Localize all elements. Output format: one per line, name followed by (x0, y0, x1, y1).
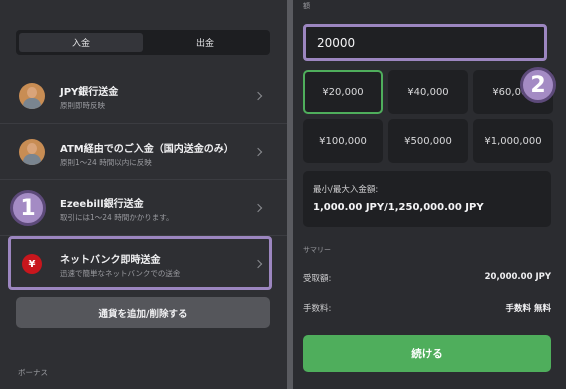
method-subtitle: 原則即時反映 (60, 101, 105, 110)
fee-value: 手数料 無料 (505, 304, 551, 314)
limits-value: 1,000.00 JPY/1,250,000.00 JPY (313, 202, 484, 213)
preset-amount-button[interactable]: ¥40,000 (388, 70, 468, 114)
highlight-box-netbank (8, 236, 272, 290)
limits-label: 最小/最大入金額: (313, 185, 379, 195)
method-atm-deposit[interactable]: ATM経由でのご入金（国内送金のみ） 原則1〜24 時間以内に反映 (0, 124, 287, 180)
received-value: 20,000.00 JPY (484, 272, 551, 282)
preset-amount-button[interactable]: ¥500,000 (388, 119, 468, 163)
received-label: 受取額: (303, 274, 332, 284)
method-jpy-bank-transfer[interactable]: JPY銀行送金 原則即時反映 (0, 68, 287, 124)
amount-label: 額 (303, 2, 310, 10)
method-title: Ezeebill銀行送金 (60, 199, 144, 210)
continue-button[interactable]: 続ける (303, 335, 551, 372)
chevron-right-icon (253, 91, 263, 101)
summary-label: サマリー (303, 246, 331, 254)
method-title: JPY銀行送金 (60, 87, 119, 98)
deposit-limits-box: 最小/最大入金額: 1,000.00 JPY/1,250,000.00 JPY (303, 171, 551, 227)
preset-amount-button[interactable]: ¥1,000,000 (473, 119, 553, 163)
step-marker-2: 2 (520, 67, 556, 103)
fee-row: 手数料: 手数料 無料 (303, 302, 551, 314)
method-title: ATM経由でのご入金（国内送金のみ） (60, 144, 234, 155)
received-amount-row: 受取額: 20,000.00 JPY (303, 272, 551, 284)
fee-label: 手数料: (303, 304, 332, 314)
chevron-right-icon (253, 203, 263, 213)
avatar-icon (19, 139, 45, 165)
deposit-withdraw-tabs: 入金 出金 (16, 30, 270, 55)
bonus-label: ボーナス (18, 368, 48, 377)
method-subtitle: 原則1〜24 時間以内に反映 (60, 158, 152, 167)
deposit-methods-panel: 入金 出金 JPY銀行送金 原則即時反映 ATM経由でのご入金（国内送金のみ） … (0, 0, 287, 389)
method-subtitle: 取引には1〜24 時間かかります。 (60, 213, 174, 222)
chevron-right-icon (253, 147, 263, 157)
deposit-amount-panel: 額 20000 ¥20,000 ¥40,000 ¥60,000 ¥100,000… (293, 0, 566, 389)
step-marker-1: 1 (10, 190, 46, 226)
avatar-icon (19, 83, 45, 109)
amount-input[interactable]: 20000 (303, 24, 547, 61)
tab-withdraw[interactable]: 出金 (143, 33, 267, 52)
add-remove-currency-button[interactable]: 通貨を追加/削除する (16, 297, 270, 328)
tab-deposit[interactable]: 入金 (19, 33, 143, 52)
preset-amount-button[interactable]: ¥20,000 (303, 70, 383, 114)
preset-amount-button[interactable]: ¥100,000 (303, 119, 383, 163)
